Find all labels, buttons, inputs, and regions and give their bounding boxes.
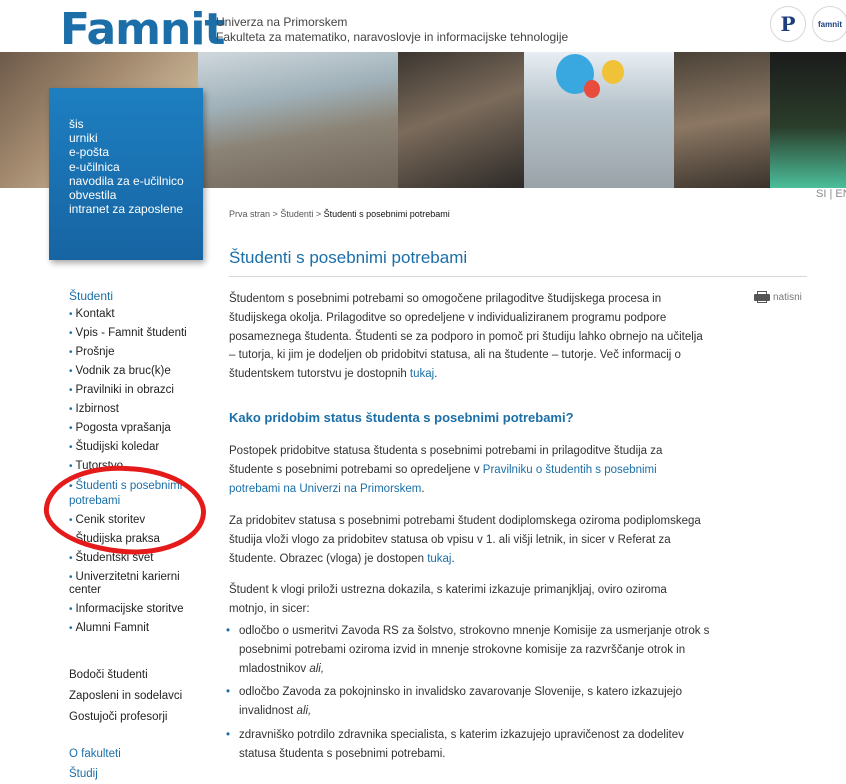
obrazec-link[interactable]: tukaj [427,553,451,565]
sidebar-section[interactable]: Bodoči študenti [69,665,182,686]
quick-link[interactable]: e-pošta [69,145,184,159]
list-item: zdravniško potrdilo zdravnika specialist… [215,726,715,764]
sidebar-item-label: Vodnik za bruc(k)e [75,365,171,377]
quick-link[interactable]: urniki [69,131,184,145]
banner-photo-5 [674,52,770,188]
quick-link[interactable]: šis [69,117,184,131]
institution-name: Univerza na Primorskem Fakulteta za mate… [216,15,568,45]
bullet-icon: • [69,366,73,377]
bullet-icon: • [69,572,73,583]
evidence-paragraph: Študent k vlogi priloži ustrezna dokazil… [229,584,667,615]
bullet-icon: • [69,404,73,415]
bullet-icon: • [69,442,73,453]
title-divider [229,276,807,277]
print-label: natisni [773,291,802,303]
sidebar-item-label: Vpis - Famnit študenti [75,327,187,339]
section-heading: Kako pridobim status študenta s posebnim… [229,410,574,425]
intro-text: Študentom s posebnimi potrebami so omogo… [229,293,703,381]
quick-link[interactable]: e-učilnica [69,160,184,174]
evidence-list: odločbo o usmeritvi Zavoda RS za šolstvo… [215,622,715,769]
application-end: . [451,552,455,565]
quick-link[interactable]: intranet za zaposlene [69,202,184,216]
intro-paragraph: Študentom s posebnimi potrebami so omogo… [229,290,705,384]
list-item-text: zdravniško potrdilo zdravnika specialist… [239,728,684,760]
sidebar-item[interactable]: • Vpis - Famnit študenti [69,324,193,343]
printer-icon [754,291,770,303]
application-text: Za pridobitev statusa s posebnimi potreb… [229,515,701,565]
bullet-icon: • [69,385,73,396]
sidebar-item[interactable]: • Informacijske storitve [69,600,193,619]
list-item-emphasis: ali, [296,705,312,718]
sidebar-sections-secondary: O fakulteti Študij [69,744,121,784]
breadcrumb-home[interactable]: Prva stran [229,209,270,219]
sidebar-section[interactable]: O fakulteti [69,744,121,764]
sidebar-item-label: Izbirnost [75,403,119,415]
sidebar-item-label: Pravilniki in obrazci [75,384,174,396]
sidebar-item-label: Alumni Famnit [75,622,150,634]
application-paragraph: Za pridobitev statusa s posebnimi potreb… [229,512,705,568]
sidebar-item[interactable]: • Pogosta vprašanja [69,419,193,438]
breadcrumb-studenti[interactable]: Študenti [280,209,313,219]
sidebar-item[interactable]: • Študijski koledar [69,438,193,457]
sidebar-sections: Bodoči študenti Zaposleni in sodelavci Gos… [69,665,182,728]
page-title: Študenti s posebnimi potrebami [229,248,468,267]
language-switch[interactable]: SI | EN [816,188,846,200]
quick-link[interactable]: navodila za e-učilnico [69,174,184,188]
bullet-icon: • [69,309,73,320]
sidebar-item[interactable]: • Univerzitetni karierni center [69,568,193,600]
sidebar-item-label: Pogosta vprašanja [75,422,171,434]
procedure-end: . [421,482,425,495]
sidebar-item-label: Univerzitetni karierni center [69,571,180,596]
quick-link[interactable]: obvestila [69,188,184,202]
sidebar-item[interactable]: • Vodnik za bruc(k)e [69,362,193,381]
sidebar-item[interactable]: • Alumni Famnit [69,619,193,638]
sidebar-item[interactable]: • Izbirnost [69,400,193,419]
list-item: odločbo Zavoda za pokojninsko in invalid… [215,683,715,721]
famnit-badge-icon[interactable]: famnit [812,6,846,42]
print-button[interactable]: natisni [754,291,802,303]
bullet-icon: • [69,328,73,339]
intro-end: . [434,368,438,381]
sidebar-item[interactable]: • Pravilniki in obrazci [69,381,193,400]
breadcrumb-separator: > [315,209,322,219]
sidebar-item-label: Informacijske storitve [75,603,184,615]
faculty-name: Fakulteta za matematiko, naravoslovje in… [216,30,569,44]
sidebar-item[interactable]: • Prošnje [69,343,193,362]
list-item-emphasis: ali, [309,662,325,675]
university-name: Univerza na Primorskem [216,15,348,29]
bullet-icon: • [69,347,73,358]
bullet-icon: • [69,553,73,564]
university-seal-icon[interactable]: P [770,6,806,42]
bullet-icon: • [69,423,73,434]
nav-heading-studenti[interactable]: Študenti [69,289,113,303]
banner-photo-4 [524,52,674,188]
tutorstvo-link[interactable]: tukaj [410,368,434,380]
sidebar-item-label: Kontakt [75,308,115,320]
breadcrumb-current: Študenti s posebnimi potrebami [323,209,450,219]
famnit-logo[interactable]: Famnit [60,4,225,55]
bullet-icon: • [69,623,73,634]
sidebar-section[interactable]: Gostujoči profesorji [69,707,182,728]
bullet-icon: • [69,461,73,472]
procedure-paragraph: Postopek pridobitve statusa študenta s p… [229,442,705,498]
sidebar-item-label: Prošnje [75,346,115,358]
quick-links-list: šis urniki e-pošta e-učilnica navodila za e-… [69,117,184,216]
bullet-icon: • [69,604,73,615]
breadcrumb: Prva stran > Študenti > Študenti s poseb… [229,209,450,219]
banner-photo-2 [198,52,398,188]
sidebar-item-label: Študijski koledar [75,441,160,453]
sidebar-section[interactable]: Študij [69,764,121,784]
breadcrumb-separator: > [272,209,278,219]
list-item: odločbo o usmeritvi Zavoda RS za šolstvo… [215,622,715,678]
banner-photo-3 [398,52,524,188]
sidebar-item[interactable]: • Kontakt [69,305,193,324]
banner-photo-6 [770,52,846,188]
sidebar-section[interactable]: Zaposleni in sodelavci [69,686,182,707]
quick-links-panel: šis urniki e-pošta e-učilnica navodila za e-… [49,88,203,260]
